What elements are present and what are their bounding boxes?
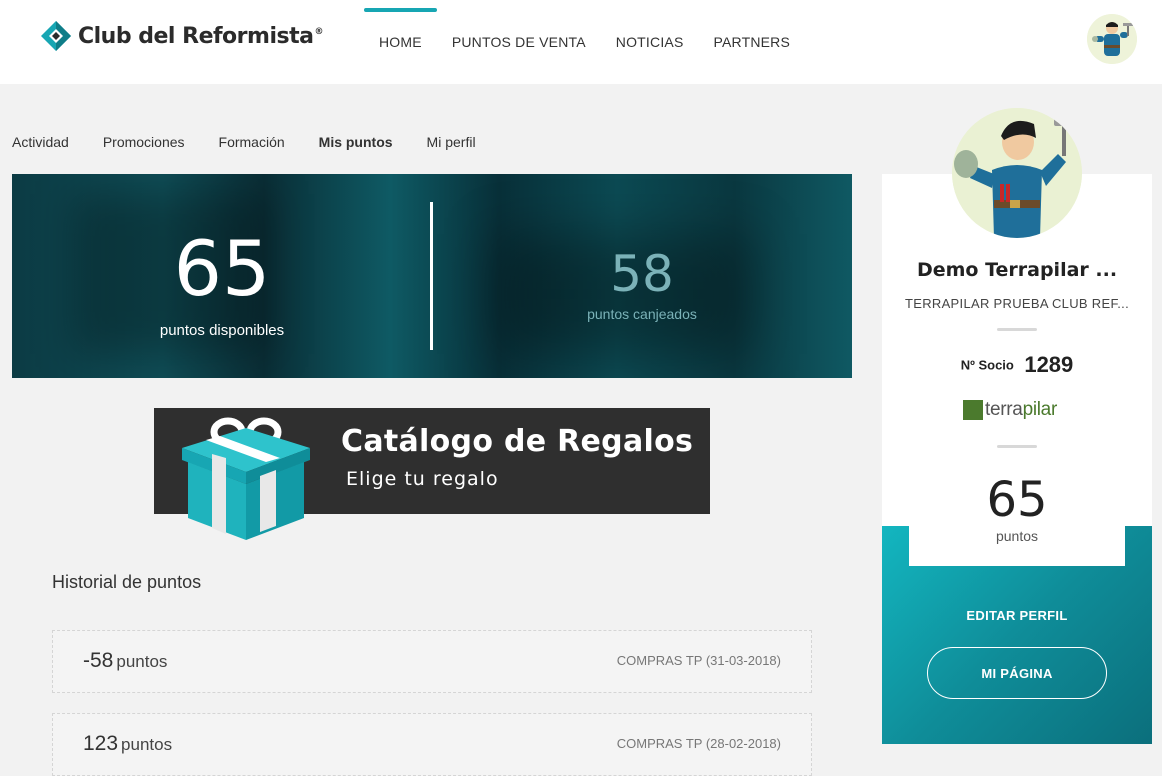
card-points-label: puntos bbox=[995, 528, 1039, 544]
points-available-value: 65 bbox=[173, 224, 271, 313]
points-available: 65 puntos disponibles bbox=[132, 224, 312, 339]
member-number-label: Nº Socio bbox=[960, 357, 1014, 373]
edit-profile-link[interactable]: EDITAR PERFIL bbox=[882, 608, 1152, 623]
card-points: 65 puntos bbox=[882, 472, 1152, 544]
catalog-subtitle: Elige tu regalo bbox=[346, 468, 499, 490]
nav-partners[interactable]: PARTNERS bbox=[698, 0, 805, 84]
member-number-value: 1289 bbox=[1024, 352, 1074, 377]
terrapilar-logo-text: terrapilar bbox=[985, 399, 1057, 420]
nav-puntos-de-venta[interactable]: PUNTOS DE VENTA bbox=[437, 0, 601, 84]
history-description: COMPRAS TP (28-02-2018) bbox=[616, 736, 781, 751]
gift-icon bbox=[182, 417, 310, 540]
nav-home[interactable]: HOME bbox=[364, 0, 437, 84]
history-amount: 123 puntos bbox=[83, 732, 173, 755]
tab-formacion[interactable]: Formación bbox=[219, 134, 285, 150]
profile-subtabs: Actividad Promociones Formación Mis punt… bbox=[12, 134, 510, 150]
member-number: Nº Socio 1289 bbox=[882, 352, 1152, 378]
tab-actividad[interactable]: Actividad bbox=[12, 134, 69, 150]
top-header: Club del Reformista® HOME PUNTOS DE VENT… bbox=[0, 0, 1162, 84]
main-nav: HOME PUNTOS DE VENTA NOTICIAS PARTNERS bbox=[364, 0, 805, 84]
site-logo[interactable]: Club del Reformista® bbox=[40, 20, 323, 52]
terrapilar-logo-mark-icon bbox=[963, 400, 983, 420]
points-summary-banner: 65 puntos disponibles 58 puntos canjeado… bbox=[12, 174, 852, 378]
my-page-button[interactable]: MI PÁGINA bbox=[927, 647, 1107, 699]
history-description: COMPRAS TP (31-03-2018) bbox=[616, 653, 781, 668]
user-avatar[interactable] bbox=[1087, 14, 1137, 64]
profile-name: Demo Terrapilar ... bbox=[916, 259, 1118, 281]
history-row: -58 puntos COMPRAS TP (31-03-2018) bbox=[52, 630, 812, 693]
points-available-label: puntos disponibles bbox=[159, 322, 285, 339]
card-points-value: 65 bbox=[986, 472, 1048, 528]
history-amount: -58 puntos bbox=[83, 649, 168, 672]
points-history-title: Historial de puntos bbox=[52, 572, 202, 592]
tab-promociones[interactable]: Promociones bbox=[103, 134, 185, 150]
tab-mis-puntos[interactable]: Mis puntos bbox=[319, 134, 393, 150]
tab-mi-perfil[interactable]: Mi perfil bbox=[427, 134, 476, 150]
points-redeemed-value: 58 bbox=[610, 245, 674, 303]
points-divider bbox=[430, 202, 433, 350]
worker-avatar-icon bbox=[952, 108, 1082, 238]
profile-avatar[interactable] bbox=[952, 108, 1082, 238]
logo-diamond-icon bbox=[41, 21, 71, 51]
terrapilar-logo: terrapilar bbox=[963, 400, 1057, 420]
divider bbox=[997, 445, 1037, 448]
logo-text: Club del Reformista® bbox=[78, 23, 323, 49]
nav-noticias[interactable]: NOTICIAS bbox=[601, 0, 699, 84]
history-row: 123 puntos COMPRAS TP (28-02-2018) bbox=[52, 713, 812, 776]
points-redeemed: 58 puntos canjeados bbox=[552, 244, 732, 322]
divider bbox=[997, 328, 1037, 331]
catalog-title: Catálogo de Regalos bbox=[341, 424, 694, 459]
points-redeemed-label: puntos canjeados bbox=[587, 306, 697, 322]
worker-avatar-icon bbox=[1087, 14, 1137, 64]
profile-company: TERRAPILAR PRUEBA CLUB REF... bbox=[905, 296, 1129, 311]
